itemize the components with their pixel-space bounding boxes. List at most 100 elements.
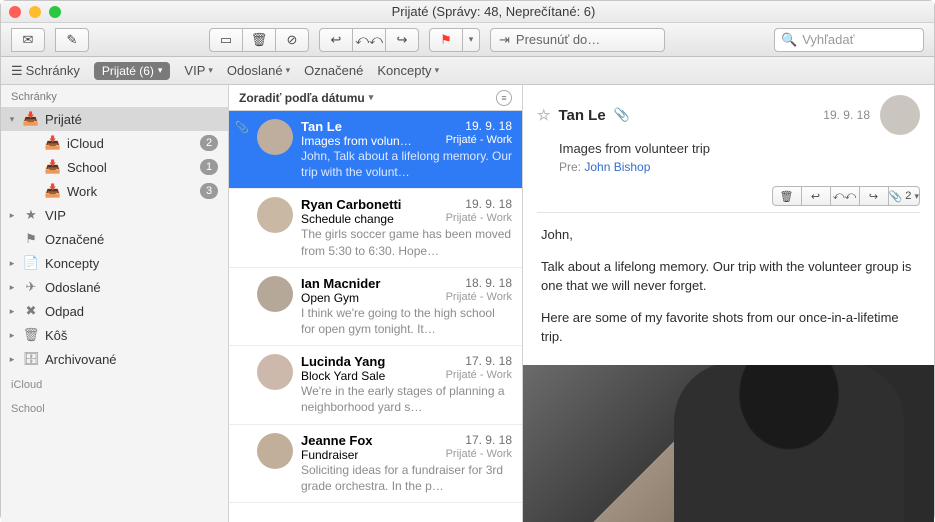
- preview-image-attachment: [523, 365, 934, 522]
- disclosure-triangle-icon[interactable]: ▸: [7, 282, 17, 293]
- sidebar-item-account[interactable]: 📥iCloud2: [1, 131, 228, 155]
- vip-star-icon[interactable]: ☆: [537, 106, 550, 124]
- preview-to-label: Pre:: [559, 160, 581, 174]
- preview-reply-button[interactable]: ↩: [801, 186, 831, 206]
- chevron-down-icon: ▾: [469, 34, 474, 45]
- search-field[interactable]: 🔍 Vyhľadať: [774, 28, 924, 52]
- preview-attachments-button[interactable]: 📎 2 ▾: [888, 186, 920, 206]
- archive-button[interactable]: ▭: [209, 28, 243, 52]
- message-row[interactable]: Jeanne Fox17. 9. 18FundraiserPrijaté - W…: [229, 425, 522, 503]
- preview-forward-button[interactable]: ↪: [859, 186, 889, 206]
- archive-icon: 🗄: [22, 351, 40, 367]
- move-to-menu[interactable]: ⇥ Presunúť do…: [490, 28, 665, 52]
- sidebar-icon: ☰: [11, 63, 23, 79]
- unread-badge: 2: [200, 135, 218, 151]
- flag-icon: ⚑: [22, 231, 40, 247]
- sidebar-item-archive[interactable]: ▸ 🗄 Archivované: [1, 347, 228, 371]
- disclosure-triangle-icon[interactable]: ▸: [7, 330, 17, 341]
- disclosure-triangle-icon[interactable]: ▾: [7, 114, 17, 125]
- forward-button[interactable]: ↪: [385, 28, 419, 52]
- favorite-inbox[interactable]: Prijaté (6) ▾: [94, 62, 171, 80]
- mailboxes-toggle[interactable]: ☰ Schránky: [11, 63, 80, 79]
- zoom-window-button[interactable]: [49, 6, 61, 18]
- attachment-indicator: [235, 197, 249, 258]
- forward-icon: ↪: [869, 190, 878, 203]
- preview-delete-button[interactable]: 🗑: [772, 186, 802, 206]
- avatar: [257, 197, 293, 233]
- sort-menu[interactable]: Zoradiť podľa dátumu ▾: [239, 91, 373, 105]
- junk-button[interactable]: ⊘: [275, 28, 309, 52]
- unread-badge: 3: [200, 183, 218, 199]
- minimize-window-button[interactable]: [29, 6, 41, 18]
- favorite-sent[interactable]: Odoslané▾: [227, 63, 290, 78]
- preview-header: ☆ Tan Le 📎 19. 9. 18 Images from volunte…: [523, 85, 934, 180]
- preview-paragraph: Here are some of my favorite shots from …: [541, 308, 916, 347]
- message-subject: Images from volun…: [301, 134, 412, 148]
- trash-icon: 🗑: [251, 32, 268, 48]
- message-mailbox: Prijaté - Work: [446, 369, 512, 383]
- sidebar-item-account[interactable]: 📥School1: [1, 155, 228, 179]
- disclosure-triangle-icon[interactable]: ▸: [7, 210, 17, 221]
- sidebar-item-vip[interactable]: ▸ ★ VIP: [1, 203, 228, 227]
- message-subject: Block Yard Sale: [301, 369, 385, 383]
- close-window-button[interactable]: [9, 6, 21, 18]
- message-from: Ian Macnider: [301, 276, 380, 291]
- sidebar-item-junk[interactable]: ▸ ✖︎ Odpad: [1, 299, 228, 323]
- reply-all-icon: ⤺⤺: [355, 32, 383, 48]
- sidebar-item-flagged[interactable]: ⚑ Označené: [1, 227, 228, 251]
- sent-icon: ✈︎: [22, 279, 40, 295]
- trash-icon: 🗑: [780, 190, 794, 203]
- preview-action-bar: 🗑 ↩ ⤺⤺ ↪ 📎 2 ▾: [523, 186, 920, 206]
- message-row[interactable]: Ryan Carbonetti19. 9. 18Schedule changeP…: [229, 189, 522, 267]
- flag-button[interactable]: ⚑: [429, 28, 463, 52]
- sidebar-item-trash[interactable]: ▸ 🗑 Kôš: [1, 323, 228, 347]
- sidebar-item-account[interactable]: 📥Work3: [1, 179, 228, 203]
- sidebar-section-icloud[interactable]: iCloud: [1, 371, 228, 395]
- move-icon: ⇥: [499, 32, 510, 48]
- favorite-drafts[interactable]: Koncepty▾: [377, 63, 439, 78]
- compose-button[interactable]: ✎: [55, 28, 89, 52]
- disclosure-triangle-icon[interactable]: ▸: [7, 306, 17, 317]
- attachment-indicator: [235, 354, 249, 415]
- inbox-icon: 📥: [44, 183, 62, 199]
- message-row[interactable]: Lucinda Yang17. 9. 18Block Yard SalePrij…: [229, 346, 522, 424]
- reply-all-button[interactable]: ⤺⤺: [352, 28, 386, 52]
- sidebar-section-school[interactable]: School: [1, 395, 228, 419]
- preview-reply-all-button[interactable]: ⤺⤺: [830, 186, 860, 206]
- message-row[interactable]: Ian Macnider18. 9. 18Open GymPrijaté - W…: [229, 268, 522, 346]
- favorite-vip[interactable]: VIP▾: [184, 63, 213, 78]
- message-from: Ryan Carbonetti: [301, 197, 401, 212]
- unread-badge: 1: [200, 159, 218, 175]
- favorite-flagged[interactable]: Označené: [304, 63, 363, 78]
- mailboxes-label: Schránky: [26, 63, 80, 78]
- compose-icon: ✎: [67, 32, 78, 48]
- message-preview-pane: ☆ Tan Le 📎 19. 9. 18 Images from volunte…: [523, 85, 934, 522]
- sidebar-item-drafts[interactable]: ▸ 📄 Koncepty: [1, 251, 228, 275]
- envelope-icon: ✉︎: [23, 32, 34, 48]
- chevron-down-icon: ▾: [914, 191, 919, 202]
- window-controls: [9, 6, 61, 18]
- get-mail-button[interactable]: ✉︎: [11, 28, 45, 52]
- mailbox-sidebar: Schránky ▾ 📥 Prijaté 📥iCloud2📥School1📥Wo…: [1, 85, 229, 522]
- flag-menu-button[interactable]: ▾: [462, 28, 480, 52]
- disclosure-triangle-icon[interactable]: ▸: [7, 354, 17, 365]
- inbox-icon: 📥: [22, 111, 40, 127]
- sidebar-item-sent[interactable]: ▸ ✈︎ Odoslané: [1, 275, 228, 299]
- message-preview-text: The girls soccer game has been moved fro…: [301, 226, 512, 258]
- delete-button[interactable]: 🗑: [242, 28, 276, 52]
- disclosure-triangle-icon[interactable]: ▸: [7, 258, 17, 269]
- star-icon: ★: [22, 207, 40, 223]
- message-row[interactable]: 📎Tan Le19. 9. 18Images from volun…Prijat…: [229, 111, 522, 189]
- message-mailbox: Prijaté - Work: [446, 448, 512, 462]
- divider: [537, 212, 920, 213]
- sidebar-item-inbox[interactable]: ▾ 📥 Prijaté: [1, 107, 228, 131]
- preview-paragraph: John,: [541, 225, 916, 245]
- flag-icon: ⚑: [440, 32, 452, 48]
- filter-button[interactable]: ≡: [496, 90, 512, 106]
- message-list: Zoradiť podľa dátumu ▾ ≡ 📎Tan Le19. 9. 1…: [229, 85, 523, 522]
- main-content: Schránky ▾ 📥 Prijaté 📥iCloud2📥School1📥Wo…: [1, 85, 934, 522]
- search-icon: 🔍: [781, 32, 797, 48]
- preview-to: Pre: John Bishop: [559, 160, 920, 174]
- inbox-icon: 📥: [44, 135, 62, 151]
- reply-button[interactable]: ↩: [319, 28, 353, 52]
